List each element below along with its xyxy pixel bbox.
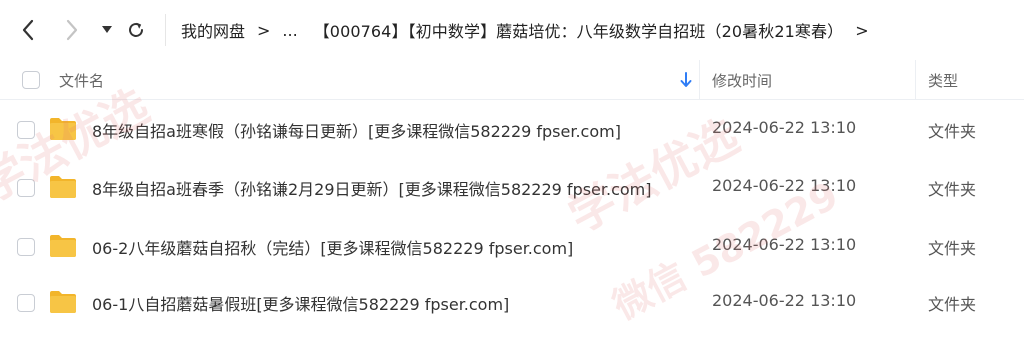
file-name[interactable]: 06-2八年级蘑菇自招秋（完结）[更多课程微信582229 fpser.com] bbox=[92, 235, 573, 259]
back-button[interactable] bbox=[16, 18, 40, 42]
breadcrumb-separator: > bbox=[257, 20, 271, 40]
file-type: 文件夹 bbox=[928, 239, 977, 258]
toolbar-divider bbox=[165, 14, 166, 46]
file-modified: 2024-06-22 13:10 bbox=[712, 176, 857, 195]
file-modified: 2024-06-22 13:10 bbox=[712, 291, 857, 310]
chevron-right-icon bbox=[66, 19, 78, 41]
file-name[interactable]: 06-1八自招蘑菇暑假班[更多课程微信582229 fpser.com] bbox=[92, 291, 509, 315]
column-header-name[interactable]: 文件名 bbox=[59, 70, 104, 91]
row-checkbox[interactable] bbox=[17, 238, 35, 256]
breadcrumb-trailing-separator[interactable]: > bbox=[855, 21, 868, 40]
file-name[interactable]: 8年级自招a班春季（孙铭谦2月29日更新）[更多课程微信582229 fpser… bbox=[92, 176, 652, 200]
toolbar: 我的网盘 > ... 【000764】【初中数学】蘑菇培优：八年级数学自招班（2… bbox=[0, 0, 1024, 60]
folder-icon bbox=[50, 118, 76, 140]
table-row[interactable]: 8年级自招a班寒假（孙铭谦每日更新）[更多课程微信582229 fpser.co… bbox=[0, 101, 1024, 159]
column-header-type[interactable]: 类型 bbox=[928, 70, 958, 91]
refresh-button[interactable] bbox=[124, 18, 148, 42]
history-dropdown-button[interactable] bbox=[95, 18, 119, 42]
breadcrumb-root[interactable]: 我的网盘 bbox=[181, 18, 245, 42]
refresh-icon bbox=[129, 22, 143, 37]
select-all-checkbox[interactable] bbox=[22, 71, 40, 89]
file-type: 文件夹 bbox=[928, 295, 977, 314]
arrow-down-icon[interactable] bbox=[680, 72, 692, 88]
row-checkbox[interactable] bbox=[17, 294, 35, 312]
forward-button[interactable] bbox=[60, 18, 84, 42]
file-list-header: 文件名 修改时间 类型 bbox=[0, 60, 1024, 100]
folder-icon bbox=[50, 291, 76, 313]
file-modified: 2024-06-22 13:10 bbox=[712, 118, 857, 137]
file-name[interactable]: 8年级自招a班寒假（孙铭谦每日更新）[更多课程微信582229 fpser.co… bbox=[92, 118, 621, 142]
table-row[interactable]: 06-1八自招蘑菇暑假班[更多课程微信582229 fpser.com] 202… bbox=[0, 274, 1024, 332]
breadcrumb: 我的网盘 > ... 【000764】【初中数学】蘑菇培优：八年级数学自招班（2… bbox=[181, 17, 881, 43]
caret-down-icon bbox=[102, 26, 112, 33]
table-row[interactable]: 06-2八年级蘑菇自招秋（完结）[更多课程微信582229 fpser.com]… bbox=[0, 218, 1024, 276]
chevron-left-icon bbox=[22, 19, 34, 41]
table-row[interactable]: 8年级自招a班春季（孙铭谦2月29日更新）[更多课程微信582229 fpser… bbox=[0, 159, 1024, 217]
column-header-modified[interactable]: 修改时间 bbox=[712, 70, 772, 91]
column-divider[interactable] bbox=[915, 60, 916, 100]
breadcrumb-ellipsis[interactable]: ... bbox=[282, 21, 297, 40]
folder-icon bbox=[50, 176, 76, 198]
file-type: 文件夹 bbox=[928, 180, 977, 199]
file-type: 文件夹 bbox=[928, 122, 977, 141]
breadcrumb-current[interactable]: 【000764】【初中数学】蘑菇培优：八年级数学自招班（20暑秋21寒春） bbox=[314, 18, 844, 42]
row-checkbox[interactable] bbox=[17, 121, 35, 139]
column-divider[interactable] bbox=[699, 60, 700, 100]
file-modified: 2024-06-22 13:10 bbox=[712, 235, 857, 254]
folder-icon bbox=[50, 235, 76, 257]
row-checkbox[interactable] bbox=[17, 179, 35, 197]
